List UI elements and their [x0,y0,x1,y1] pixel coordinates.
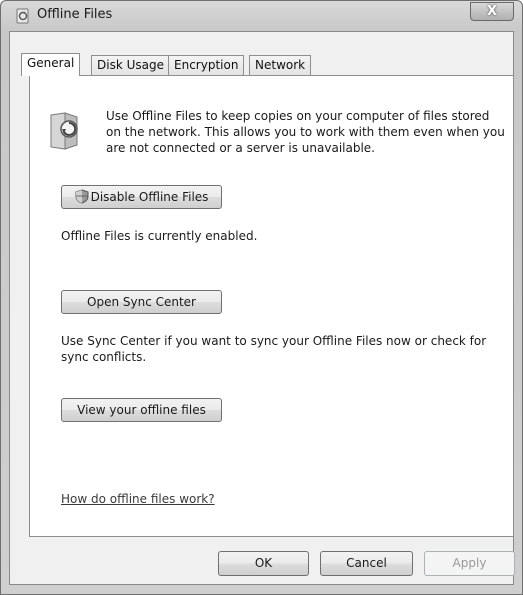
disable-offline-files-label: Disable Offline Files [90,190,209,204]
apply-button[interactable]: Apply [424,551,515,576]
view-offline-files-button[interactable]: View your offline files [61,398,222,422]
tab-general[interactable]: General [21,53,81,76]
help-link[interactable]: How do offline files work? [61,492,215,506]
close-button[interactable]: X [470,2,514,21]
tab-network[interactable]: Network [249,55,312,75]
window-title: Offline Files [37,7,113,22]
offline-files-large-icon [50,112,78,150]
title-bar[interactable]: Offline Files X [1,1,522,31]
status-text: Offline Files is currently enabled. [61,229,258,243]
offline-files-icon [16,8,29,24]
uac-shield-icon [75,189,89,204]
offline-files-description: Use Offline Files to keep copies on your… [106,109,505,155]
offline-files-dialog: Offline Files X General Disk Usage Encry… [0,0,523,595]
close-icon: X [486,4,498,19]
sync-center-description: Use Sync Center if you want to sync your… [61,334,487,364]
cancel-button[interactable]: Cancel [320,551,413,576]
open-sync-center-button[interactable]: Open Sync Center [61,290,222,314]
tab-encryption[interactable]: Encryption [168,55,245,75]
tab-disk-usage[interactable]: Disk Usage [91,55,170,75]
ok-button[interactable]: OK [218,551,309,576]
disable-offline-files-button[interactable]: Disable Offline Files [61,185,222,209]
